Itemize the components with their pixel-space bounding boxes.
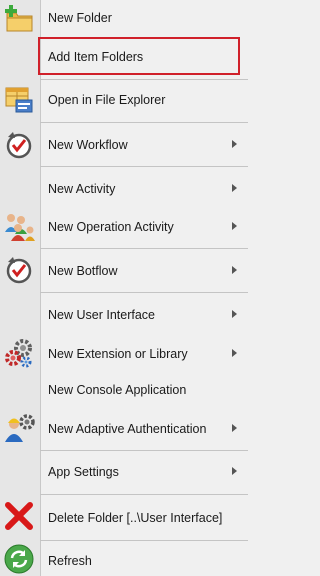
workflow-icon xyxy=(2,127,36,161)
menu-item-new-folder[interactable]: New Folder xyxy=(0,0,248,36)
menu-item-new-adaptive-authentication[interactable]: New Adaptive Authentication xyxy=(0,408,248,448)
submenu-arrow-icon xyxy=(232,140,237,148)
menu-item-label: Open in File Explorer xyxy=(48,93,166,107)
submenu-arrow-icon xyxy=(232,349,237,357)
menu-separator xyxy=(40,122,248,123)
menu-item-refresh[interactable]: Refresh xyxy=(0,542,248,576)
menu-separator xyxy=(40,540,248,541)
context-menu: New Folder Add Item Folders Open in File… xyxy=(0,0,248,576)
delete-icon xyxy=(2,499,36,533)
menu-separator xyxy=(40,292,248,293)
menu-item-app-settings[interactable]: App Settings xyxy=(0,452,248,490)
new-folder-icon xyxy=(2,1,36,35)
file-explorer-icon xyxy=(2,82,36,116)
submenu-arrow-icon xyxy=(232,184,237,192)
menu-item-new-botflow[interactable]: New Botflow xyxy=(0,250,248,290)
menu-item-label: Delete Folder [..\User Interface] xyxy=(48,511,223,525)
highlight-box xyxy=(38,37,240,75)
menu-item-label: New User Interface xyxy=(48,308,155,322)
menu-item-label: New Workflow xyxy=(48,138,128,152)
menu-item-open-in-file-explorer[interactable]: Open in File Explorer xyxy=(0,80,248,118)
adaptive-authentication-icon xyxy=(2,410,36,444)
menu-separator xyxy=(40,166,248,167)
menu-item-new-user-interface[interactable]: New User Interface xyxy=(0,294,248,334)
menu-item-new-workflow[interactable]: New Workflow xyxy=(0,124,248,164)
menu-item-label: Refresh xyxy=(48,554,92,568)
submenu-arrow-icon xyxy=(232,222,237,230)
menu-item-new-extension-or-library[interactable]: New Extension or Library xyxy=(0,334,248,372)
submenu-arrow-icon xyxy=(232,424,237,432)
menu-item-new-console-application[interactable]: New Console Application xyxy=(0,372,248,408)
menu-item-label: New Activity xyxy=(48,182,116,196)
menu-item-label: App Settings xyxy=(48,465,119,479)
submenu-arrow-icon xyxy=(232,310,237,318)
menu-item-label: New Adaptive Authentication xyxy=(48,422,207,436)
menu-item-label: New Extension or Library xyxy=(48,347,188,361)
menu-item-delete-folder[interactable]: Delete Folder [..\User Interface] xyxy=(0,496,248,538)
menu-separator xyxy=(40,450,248,451)
refresh-icon xyxy=(2,542,36,576)
menu-item-label: New Console Application xyxy=(48,383,187,397)
extension-library-icon xyxy=(2,336,36,370)
operation-activity-icon xyxy=(2,208,36,242)
submenu-arrow-icon xyxy=(232,266,237,274)
menu-item-new-operation-activity[interactable]: New Operation Activity xyxy=(0,206,248,244)
menu-separator xyxy=(40,248,248,249)
menu-item-label: New Botflow xyxy=(48,264,118,278)
menu-item-label: New Operation Activity xyxy=(48,220,174,234)
menu-separator xyxy=(40,494,248,495)
menu-item-label: New Folder xyxy=(48,11,112,25)
botflow-icon xyxy=(2,252,36,286)
menu-item-new-activity[interactable]: New Activity xyxy=(0,168,248,206)
submenu-arrow-icon xyxy=(232,467,237,475)
